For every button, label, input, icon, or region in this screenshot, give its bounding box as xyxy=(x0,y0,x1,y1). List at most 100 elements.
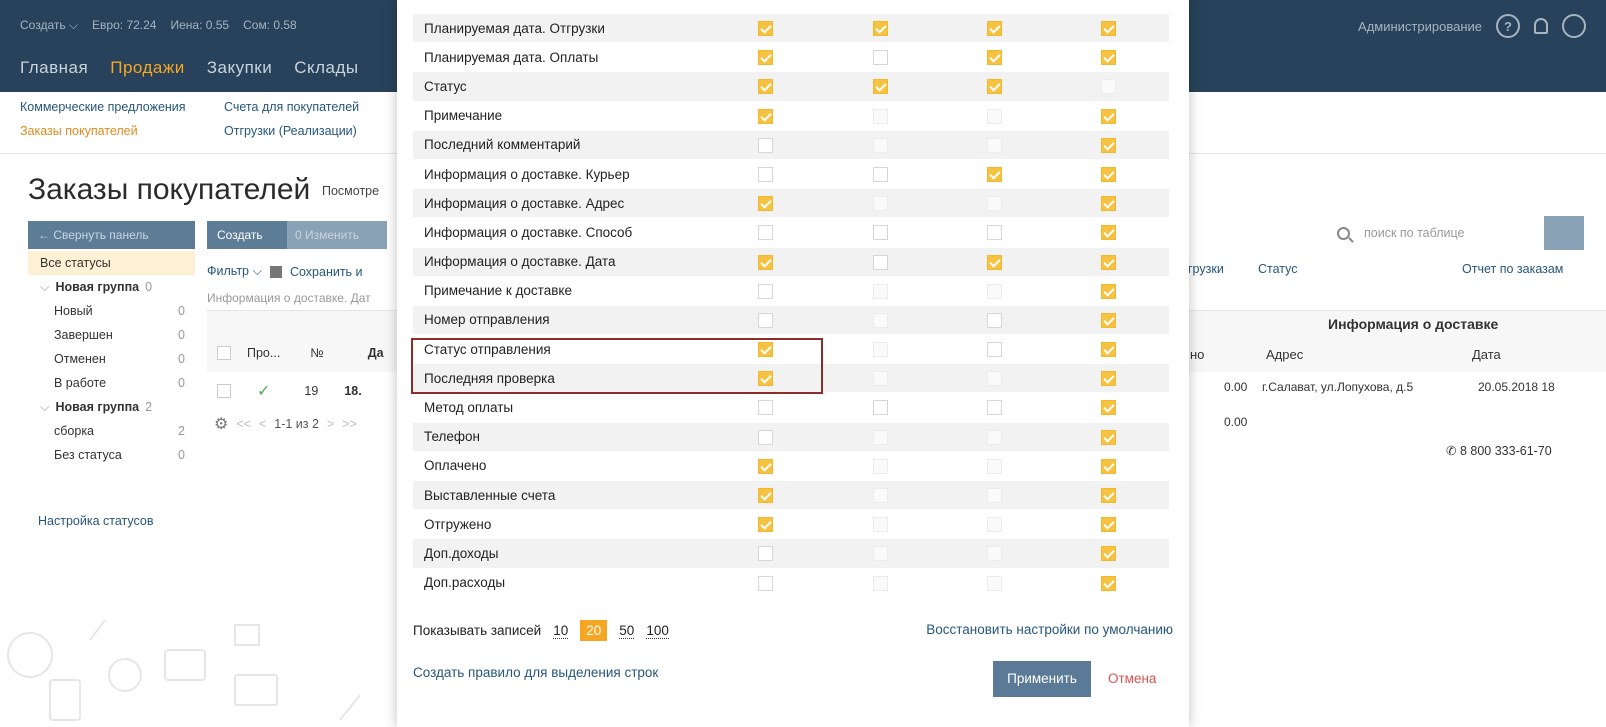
column-option-checkbox[interactable] xyxy=(758,225,773,241)
status-item[interactable]: В работе 0 xyxy=(28,371,195,395)
column-option-checkbox[interactable] xyxy=(1101,575,1116,591)
column-option-checkbox[interactable] xyxy=(1101,342,1116,358)
bell-icon[interactable] xyxy=(1534,18,1548,34)
nav-purchases[interactable]: Закупки xyxy=(207,58,273,78)
create-button[interactable]: Создать xyxy=(207,221,287,249)
column-option-checkbox[interactable] xyxy=(758,79,773,95)
col-header-pro[interactable]: Про... xyxy=(247,346,280,360)
column-option-checkbox[interactable] xyxy=(758,400,773,416)
status-item[interactable]: Без статуса 0 xyxy=(28,443,195,467)
link-shipments[interactable]: грузки xyxy=(1188,262,1224,276)
status-item[interactable]: Отменен 0 xyxy=(28,347,195,371)
column-option-checkbox[interactable] xyxy=(1101,108,1116,124)
link-report[interactable]: Отчет по заказам xyxy=(1462,262,1563,276)
column-option-checkbox[interactable] xyxy=(873,50,888,66)
subnav-shipments[interactable]: Отгрузки (Реализации) xyxy=(224,124,359,138)
col-header-no[interactable]: № xyxy=(310,346,323,360)
column-option-checkbox[interactable] xyxy=(758,575,773,591)
column-option-checkbox[interactable] xyxy=(987,50,1002,66)
column-option-checkbox[interactable] xyxy=(1101,225,1116,241)
status-item[interactable]: ⌵ Новая группа 0 xyxy=(28,275,195,299)
column-option-checkbox[interactable] xyxy=(758,283,773,299)
status-item[interactable]: Завершен 0 xyxy=(28,323,195,347)
save-filter-link[interactable]: Сохранить и xyxy=(290,265,363,279)
select-all-checkbox[interactable] xyxy=(217,346,231,360)
subnav-invoices[interactable]: Счета для покупателей xyxy=(224,100,359,114)
column-option-checkbox[interactable] xyxy=(987,166,1002,182)
status-item[interactable]: ⌵ Новая группа 2 xyxy=(28,395,195,419)
column-option-checkbox[interactable] xyxy=(1101,400,1116,416)
column-option-checkbox[interactable] xyxy=(873,225,888,241)
create-rule-link[interactable]: Создать правило для выделения строк xyxy=(413,665,658,680)
column-option-checkbox[interactable] xyxy=(758,254,773,270)
column-option-checkbox[interactable] xyxy=(987,254,1002,270)
per-page-100[interactable]: 100 xyxy=(646,623,669,639)
status-item[interactable]: Новый 0 xyxy=(28,299,195,323)
column-option-checkbox[interactable] xyxy=(758,312,773,328)
user-icon[interactable] xyxy=(1562,14,1586,38)
pager-first[interactable]: << xyxy=(236,417,251,431)
column-option-checkbox[interactable] xyxy=(758,488,773,503)
col-header-o[interactable]: но xyxy=(1190,347,1204,362)
column-option-checkbox[interactable] xyxy=(758,196,773,212)
chevron-down-icon[interactable]: ⌵ xyxy=(40,280,49,295)
gear-icon[interactable]: ⚙ xyxy=(214,414,228,434)
column-option-checkbox[interactable] xyxy=(873,400,888,416)
column-option-checkbox[interactable] xyxy=(1101,196,1116,212)
subnav-customer-orders[interactable]: Заказы покупателей xyxy=(20,124,186,138)
admin-link[interactable]: Администрирование xyxy=(1358,19,1482,34)
table-row[interactable]: ✓ 19 18. xyxy=(207,381,362,401)
per-page-10[interactable]: 10 xyxy=(553,623,569,639)
column-option-checkbox[interactable] xyxy=(758,137,773,153)
column-option-checkbox[interactable] xyxy=(987,225,1002,241)
column-option-checkbox[interactable] xyxy=(1101,166,1116,182)
column-option-checkbox[interactable] xyxy=(758,458,773,474)
column-option-checkbox[interactable] xyxy=(873,166,888,182)
subnav-offers[interactable]: Коммерческие предложения xyxy=(20,100,186,114)
column-option-checkbox[interactable] xyxy=(987,79,1002,95)
column-option-checkbox[interactable] xyxy=(758,21,773,36)
pager-prev[interactable]: < xyxy=(259,417,266,431)
nav-warehouses[interactable]: Склады xyxy=(294,58,358,78)
pager-next[interactable]: > xyxy=(327,417,334,431)
column-option-checkbox[interactable] xyxy=(758,166,773,182)
column-option-checkbox[interactable] xyxy=(987,342,1002,358)
chevron-down-icon[interactable]: ⌵ xyxy=(40,400,49,415)
edit-button[interactable]: 0 Изменить xyxy=(287,221,387,249)
column-option-checkbox[interactable] xyxy=(987,21,1002,36)
column-option-checkbox[interactable] xyxy=(1101,312,1116,328)
column-option-checkbox[interactable] xyxy=(758,50,773,66)
column-option-checkbox[interactable] xyxy=(1101,283,1116,299)
column-option-checkbox[interactable] xyxy=(758,546,773,562)
column-option-checkbox[interactable] xyxy=(1101,517,1116,533)
apply-button[interactable]: Применить xyxy=(993,661,1091,697)
column-option-checkbox[interactable] xyxy=(873,79,888,95)
link-status[interactable]: Статус xyxy=(1258,262,1298,276)
column-option-checkbox[interactable] xyxy=(1101,429,1116,445)
collapse-panel-button[interactable]: ← Свернуть панель xyxy=(28,221,195,249)
cancel-button[interactable]: Отмена xyxy=(1108,671,1156,686)
column-option-checkbox[interactable] xyxy=(873,254,888,270)
col-header-address[interactable]: Адрес xyxy=(1266,347,1303,362)
column-option-checkbox[interactable] xyxy=(1101,546,1116,562)
nav-sales[interactable]: Продажи xyxy=(110,58,185,78)
per-page-20[interactable]: 20 xyxy=(580,620,608,641)
column-option-checkbox[interactable] xyxy=(1101,50,1116,66)
column-option-checkbox[interactable] xyxy=(987,400,1002,416)
column-option-checkbox[interactable] xyxy=(1101,458,1116,474)
col-header-date[interactable]: Да xyxy=(368,346,384,360)
column-option-checkbox[interactable] xyxy=(758,108,773,124)
column-option-checkbox[interactable] xyxy=(758,517,773,533)
column-option-checkbox[interactable] xyxy=(987,312,1002,328)
table-search[interactable]: поиск по таблице xyxy=(1325,216,1531,250)
column-option-checkbox[interactable] xyxy=(1101,21,1116,36)
col-header-delivery-date[interactable]: Дата xyxy=(1472,347,1501,362)
filter-dropdown[interactable]: Фильтр ⌵ xyxy=(207,264,262,279)
column-option-checkbox[interactable] xyxy=(1101,137,1116,153)
expand-button[interactable] xyxy=(1544,216,1584,250)
row-checkbox[interactable] xyxy=(217,384,231,398)
column-option-checkbox[interactable] xyxy=(758,429,773,445)
column-option-checkbox[interactable] xyxy=(873,21,888,36)
restore-defaults-link[interactable]: Восстановить настройки по умолчанию xyxy=(926,622,1173,637)
page-subtitle-link[interactable]: Посмотре xyxy=(322,184,379,198)
